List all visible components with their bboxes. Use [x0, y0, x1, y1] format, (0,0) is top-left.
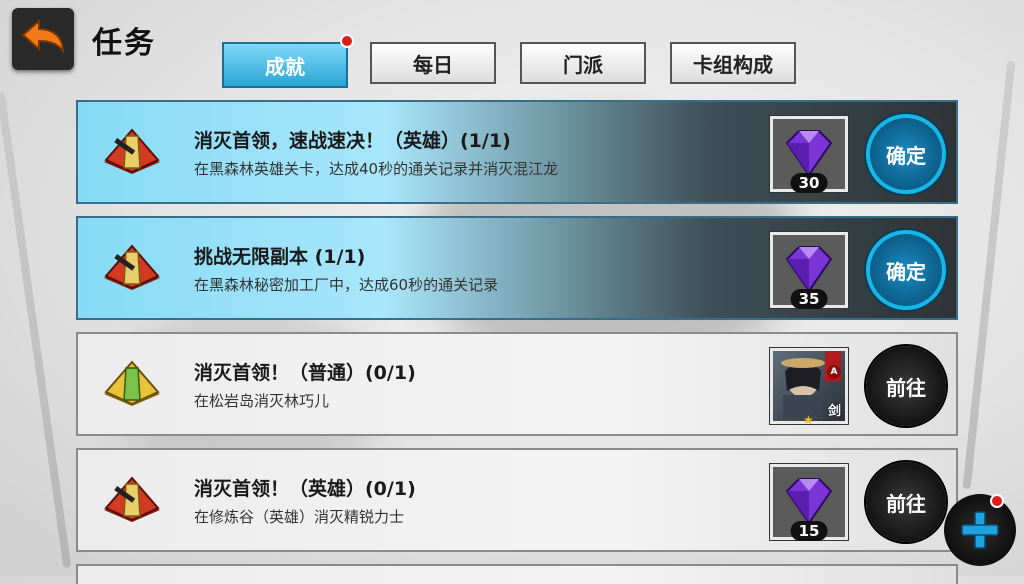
task-description: 在黑森林秘密加工厂中，达成60秒的通关记录 — [194, 276, 499, 294]
task-row: 消灭首领，速战速决！（英雄）(1/1) 在黑森林英雄关卡，达成40秒的通关记录并… — [76, 100, 958, 204]
add-button[interactable] — [944, 494, 1016, 566]
go-button[interactable]: 前往 — [866, 346, 946, 426]
green-achievement-badge-icon — [104, 360, 160, 406]
tab-achievements[interactable]: 成就 — [222, 42, 348, 88]
hero-class-label: 剑 — [827, 404, 841, 419]
notification-dot — [340, 34, 354, 48]
reward-item: 35 — [770, 232, 848, 309]
task-description: 在黑森林英雄关卡，达成40秒的通关记录并消灭混江龙 — [194, 160, 559, 178]
tab-label: 成就 — [265, 54, 305, 79]
notification-dot — [990, 494, 1004, 508]
reward-item: 15 — [770, 464, 848, 541]
task-row — [76, 564, 958, 584]
tab-deck[interactable]: 卡组构成 — [670, 42, 796, 84]
task-title: 消灭首领，速战速决！（英雄）(1/1) — [194, 130, 511, 152]
task-description: 在修炼谷（英雄）消灭精锐力士 — [194, 508, 405, 526]
task-title: 消灭首领！（普通）(0/1) — [194, 362, 416, 384]
red-achievement-badge-icon — [104, 476, 160, 522]
reward-item: A 剑 ★ — [770, 348, 848, 427]
tab-sect[interactable]: 门派 — [520, 42, 646, 84]
red-achievement-badge-icon — [104, 128, 160, 174]
confirm-button[interactable]: 确定 — [866, 114, 946, 194]
page-title: 任务 — [92, 26, 156, 61]
go-button[interactable]: 前往 — [866, 462, 946, 542]
star-icon: ★ — [803, 413, 814, 427]
confirm-button[interactable]: 确定 — [866, 230, 946, 310]
reward-item: 30 — [770, 116, 848, 193]
tab-daily[interactable]: 每日 — [370, 42, 496, 84]
task-description: 在松岩岛消灭林巧儿 — [194, 392, 330, 410]
hero-rank-badge: A — [827, 365, 841, 379]
reward-quantity: 30 — [790, 173, 828, 193]
back-arrow-icon — [21, 18, 65, 55]
task-row: 挑战无限副本 (1/1) 在黑森林秘密加工厂中，达成60秒的通关记录 35 确定 — [76, 216, 958, 320]
tab-label: 门派 — [563, 52, 603, 77]
reward-quantity: 15 — [790, 521, 828, 541]
tab-label: 每日 — [413, 52, 453, 77]
back-button[interactable] — [12, 8, 74, 70]
red-achievement-badge-icon — [104, 244, 160, 290]
reward-quantity: 35 — [790, 289, 828, 309]
task-row: 消灭首领！（普通）(0/1) 在松岩岛消灭林巧儿 A 剑 ★ 前往 — [76, 332, 958, 436]
tab-label: 卡组构成 — [693, 52, 773, 77]
plus-icon — [961, 511, 999, 549]
task-row: 消灭首领！（英雄）(0/1) 在修炼谷（英雄）消灭精锐力士 15 前往 — [76, 448, 958, 552]
task-title: 挑战无限副本 (1/1) — [194, 246, 366, 268]
task-title: 消灭首领！（英雄）(0/1) — [194, 478, 416, 500]
